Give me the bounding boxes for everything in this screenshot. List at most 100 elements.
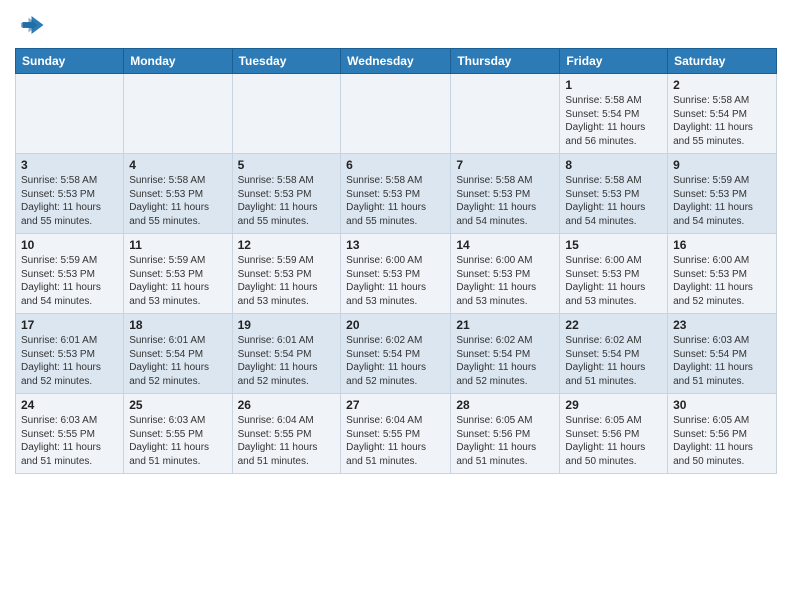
day-cell: 6Sunrise: 5:58 AM Sunset: 5:53 PM Daylig… [341,154,451,234]
day-cell: 9 Sunrise: 5:59 AM Sunset: 5:53 PM Daylig… [668,154,777,234]
week-row-2: 3 Sunrise: 5:58 AM Sunset: 5:53 PM Daylig… [16,154,777,234]
day-cell: 19Sunrise: 6:01 AM Sunset: 5:54 PM Dayli… [232,314,341,394]
day-info: Sunrise: 6:00 AM Sunset: 5:53 PM Dayligh… [346,254,445,308]
day-info: Sunrise: 6:05 AM Sunset: 5:56 PM Dayligh… [673,414,771,468]
day-cell: 29 Sunrise: 6:05 AM Sunset: 5:56 PM Dayli… [560,394,668,474]
day-info: Sunrise: 6:01 AM Sunset: 5:54 PM Dayligh… [129,334,226,388]
day-cell: 28Sunrise: 6:05 AM Sunset: 5:56 PM Dayli… [451,394,560,474]
day-number: 22 [565,318,662,332]
day-number: 6 [346,158,445,172]
weekday-header-wednesday: Wednesday [341,49,451,74]
calendar-header: SundayMondayTuesdayWednesdayThursdayFrid… [16,49,777,74]
day-info: Sunrise: 5:58 AM Sunset: 5:54 PM Dayligh… [673,94,771,148]
day-number: 26 [238,398,336,412]
logo-icon [15,10,45,40]
day-info: Sunrise: 6:04 AM Sunset: 5:55 PM Dayligh… [238,414,336,468]
day-cell: 23Sunrise: 6:03 AM Sunset: 5:54 PM Dayli… [668,314,777,394]
day-info: Sunrise: 6:02 AM Sunset: 5:54 PM Dayligh… [565,334,662,388]
day-cell: 15 Sunrise: 6:00 AM Sunset: 5:53 PM Dayli… [560,234,668,314]
day-info: Sunrise: 5:58 AM Sunset: 5:54 PM Dayligh… [565,94,662,148]
day-number: 30 [673,398,771,412]
day-number: 16 [673,238,771,252]
day-info: Sunrise: 6:00 AM Sunset: 5:53 PM Dayligh… [456,254,554,308]
day-cell [124,74,232,154]
day-number: 10 [21,238,118,252]
day-number: 2 [673,78,771,92]
weekday-header-saturday: Saturday [668,49,777,74]
day-info: Sunrise: 5:58 AM Sunset: 5:53 PM Dayligh… [456,174,554,228]
day-cell [16,74,124,154]
calendar-table: SundayMondayTuesdayWednesdayThursdayFrid… [15,48,777,474]
day-number: 3 [21,158,118,172]
day-cell [451,74,560,154]
day-number: 17 [21,318,118,332]
day-number: 8 [565,158,662,172]
day-info: Sunrise: 6:05 AM Sunset: 5:56 PM Dayligh… [456,414,554,468]
day-cell: 11 Sunrise: 5:59 AM Sunset: 5:53 PM Dayli… [124,234,232,314]
weekday-header-monday: Monday [124,49,232,74]
weekday-header-tuesday: Tuesday [232,49,341,74]
day-info: Sunrise: 6:00 AM Sunset: 5:53 PM Dayligh… [673,254,771,308]
header [15,10,777,40]
day-cell [232,74,341,154]
day-info: Sunrise: 5:59 AM Sunset: 5:53 PM Dayligh… [21,254,118,308]
day-cell: 14 Sunrise: 6:00 AM Sunset: 5:53 PM Dayli… [451,234,560,314]
day-cell: 16 Sunrise: 6:00 AM Sunset: 5:53 PM Dayli… [668,234,777,314]
day-number: 7 [456,158,554,172]
day-cell: 7 Sunrise: 5:58 AM Sunset: 5:53 PM Daylig… [451,154,560,234]
weekday-header-friday: Friday [560,49,668,74]
page: SundayMondayTuesdayWednesdayThursdayFrid… [0,0,792,612]
day-cell: 22 Sunrise: 6:02 AM Sunset: 5:54 PM Dayli… [560,314,668,394]
day-cell: 25 Sunrise: 6:03 AM Sunset: 5:55 PM Dayli… [124,394,232,474]
day-info: Sunrise: 5:58 AM Sunset: 5:53 PM Dayligh… [21,174,118,228]
day-info: Sunrise: 5:58 AM Sunset: 5:53 PM Dayligh… [238,174,336,228]
day-number: 12 [238,238,336,252]
day-number: 15 [565,238,662,252]
weekday-header-sunday: Sunday [16,49,124,74]
day-cell: 17Sunrise: 6:01 AM Sunset: 5:53 PM Dayli… [16,314,124,394]
day-info: Sunrise: 6:03 AM Sunset: 5:55 PM Dayligh… [129,414,226,468]
week-row-3: 10 Sunrise: 5:59 AM Sunset: 5:53 PM Dayli… [16,234,777,314]
day-cell: 24Sunrise: 6:03 AM Sunset: 5:55 PM Dayli… [16,394,124,474]
day-cell: 3 Sunrise: 5:58 AM Sunset: 5:53 PM Daylig… [16,154,124,234]
day-number: 29 [565,398,662,412]
week-row-4: 17Sunrise: 6:01 AM Sunset: 5:53 PM Dayli… [16,314,777,394]
day-info: Sunrise: 5:59 AM Sunset: 5:53 PM Dayligh… [673,174,771,228]
day-number: 14 [456,238,554,252]
day-cell: 21Sunrise: 6:02 AM Sunset: 5:54 PM Dayli… [451,314,560,394]
day-cell: 27 Sunrise: 6:04 AM Sunset: 5:55 PM Dayli… [341,394,451,474]
day-number: 5 [238,158,336,172]
day-number: 20 [346,318,445,332]
day-number: 11 [129,238,226,252]
day-info: Sunrise: 5:59 AM Sunset: 5:53 PM Dayligh… [129,254,226,308]
calendar-body: 1 Sunrise: 5:58 AM Sunset: 5:54 PM Daylig… [16,74,777,474]
day-cell: 4Sunrise: 5:58 AM Sunset: 5:53 PM Daylig… [124,154,232,234]
day-info: Sunrise: 6:04 AM Sunset: 5:55 PM Dayligh… [346,414,445,468]
day-info: Sunrise: 6:05 AM Sunset: 5:56 PM Dayligh… [565,414,662,468]
weekday-row: SundayMondayTuesdayWednesdayThursdayFrid… [16,49,777,74]
day-number: 4 [129,158,226,172]
day-number: 27 [346,398,445,412]
day-cell [341,74,451,154]
week-row-1: 1 Sunrise: 5:58 AM Sunset: 5:54 PM Daylig… [16,74,777,154]
day-info: Sunrise: 5:58 AM Sunset: 5:53 PM Dayligh… [565,174,662,228]
day-cell: 13 Sunrise: 6:00 AM Sunset: 5:53 PM Dayli… [341,234,451,314]
day-info: Sunrise: 6:03 AM Sunset: 5:54 PM Dayligh… [673,334,771,388]
week-row-5: 24 Sunrise: 6:03 AM Sunset: 5:55 PM Dayli… [16,394,777,474]
day-number: 25 [129,398,226,412]
day-cell: 26 Sunrise: 6:04 AM Sunset: 5:55 PM Dayli… [232,394,341,474]
day-info: Sunrise: 6:00 AM Sunset: 5:53 PM Dayligh… [565,254,662,308]
day-info: Sunrise: 6:02 AM Sunset: 5:54 PM Dayligh… [456,334,554,388]
day-cell: 18Sunrise: 6:01 AM Sunset: 5:54 PM Dayli… [124,314,232,394]
day-cell: 30 Sunrise: 6:05 AM Sunset: 5:56 PM Dayli… [668,394,777,474]
day-cell: 1 Sunrise: 5:58 AM Sunset: 5:54 PM Daylig… [560,74,668,154]
logo [15,10,49,40]
day-number: 9 [673,158,771,172]
day-cell: 5 Sunrise: 5:58 AM Sunset: 5:53 PM Daylig… [232,154,341,234]
day-cell: 8 Sunrise: 5:58 AM Sunset: 5:53 PM Daylig… [560,154,668,234]
day-number: 13 [346,238,445,252]
day-cell: 2 Sunrise: 5:58 AM Sunset: 5:54 PM Daylig… [668,74,777,154]
day-number: 24 [21,398,118,412]
day-number: 1 [565,78,662,92]
day-cell: 10 Sunrise: 5:59 AM Sunset: 5:53 PM Dayli… [16,234,124,314]
